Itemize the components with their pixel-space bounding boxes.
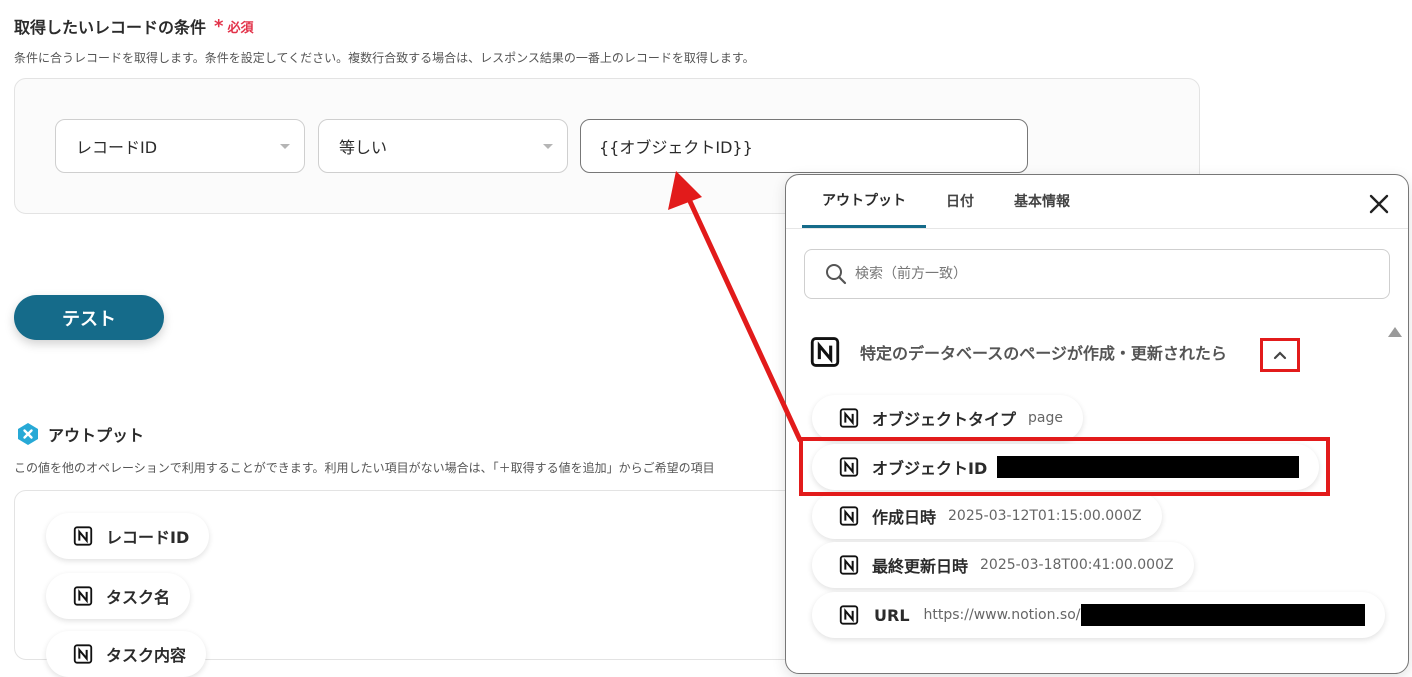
annotation-arrow bbox=[668, 171, 803, 443]
